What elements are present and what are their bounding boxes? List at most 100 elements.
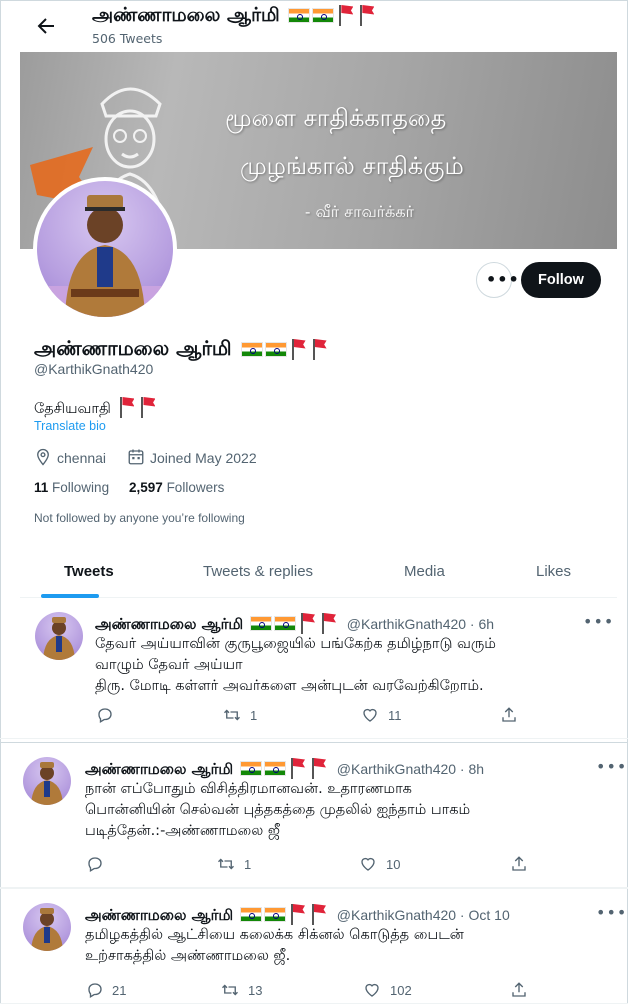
profile-bio: தேசியவாதி: [34, 396, 157, 419]
red-flag-icon: [289, 757, 307, 779]
retweet-icon: [224, 709, 240, 721]
red-flag-icon: [310, 903, 328, 925]
tweet-text-line: உற்சாகத்தில் அண்ணாமலை ஜீ.: [85, 948, 291, 964]
tweet-item[interactable]: அண்ணாமலை ஆர்மி @KarthikGnath420 · 6h •••…: [0, 598, 628, 739]
tweet-avatar[interactable]: [23, 757, 71, 805]
follow-button[interactable]: Follow: [521, 262, 601, 298]
translate-bio-link[interactable]: Translate bio: [34, 419, 106, 433]
tweet-text: நான் எப்போதும் விசித்திரமானவன். உதாரணமாக…: [85, 779, 470, 842]
india-flag-icon: [312, 8, 335, 23]
following-label: Following: [52, 480, 110, 495]
reply-icon: [88, 983, 102, 998]
tab-tweets[interactable]: Tweets: [64, 548, 114, 598]
heart-icon: [361, 857, 375, 871]
tweet-text-line: பொன்னியின் செல்வன் புத்தகத்தை முதலில் ஐந…: [85, 802, 471, 818]
india-flag-icon: [288, 8, 311, 23]
share-icon: [512, 982, 526, 997]
reply-button[interactable]: [96, 706, 122, 724]
tweet-avatar[interactable]: [35, 612, 83, 660]
like-button[interactable]: 11: [360, 706, 402, 724]
tab-media[interactable]: Media: [404, 548, 445, 598]
header-tweet-count: 506 Tweets: [92, 31, 163, 46]
red-flag-icon: [337, 4, 355, 26]
tweet-more-icon[interactable]: •••: [596, 903, 627, 922]
tweet-handle-time[interactable]: @KarthikGnath420 · 6h: [347, 616, 494, 632]
followers-link[interactable]: 2,597 Followers: [129, 480, 224, 495]
india-flag-icon: [239, 907, 262, 922]
followers-label: Followers: [166, 480, 225, 495]
profile-name-text: அண்ணாமலை ஆர்மி: [34, 336, 232, 360]
followers-count: 2,597: [129, 480, 163, 495]
tweet-more-icon[interactable]: •••: [596, 757, 627, 776]
tweet-more-icon[interactable]: •••: [583, 612, 614, 631]
profile-tabs: Tweets Tweets & replies Media Likes: [20, 548, 617, 598]
india-flag-icon: [264, 342, 287, 357]
avatar-person-graphic: [37, 195, 173, 317]
profile-bio-text: தேசியவாதி: [34, 401, 111, 417]
avatar-person-graphic: [43, 617, 75, 660]
banner-quote-line3: - வீர் சாவர்க்கர்: [305, 202, 414, 221]
red-flag-icon: [139, 396, 157, 418]
share-button[interactable]: [510, 981, 536, 999]
red-flag-icon: [310, 757, 328, 779]
like-count: 10: [386, 857, 401, 872]
share-icon: [502, 707, 516, 722]
tweet-text: தமிழகத்தில் ஆட்சியை கலைக்க சிக்னல் கொடுத…: [85, 925, 464, 967]
banner-quote-line2: முழங்கால் சாதிக்கும்: [240, 152, 464, 180]
profile-location-text: chennai: [57, 450, 107, 466]
reply-icon: [88, 857, 102, 872]
profile-location: chennai: [34, 448, 106, 466]
tweet-header: அண்ணாமலை ஆர்மி @KarthikGnath420 · 6h: [95, 612, 494, 635]
heart-icon: [363, 708, 377, 722]
reply-button[interactable]: [86, 855, 112, 873]
avatar-person-graphic: [31, 908, 63, 951]
red-flag-icon: [118, 396, 136, 418]
red-flag-icon: [289, 903, 307, 925]
tweet-author-name[interactable]: அண்ணாமலை ஆர்மி: [85, 906, 233, 924]
tweet-avatar[interactable]: [23, 903, 71, 951]
profile-joined: Joined May 2022: [127, 448, 257, 466]
retweet-button[interactable]: 1: [216, 855, 251, 873]
header-title-text: அண்ணாமலை ஆர்மி: [92, 4, 280, 26]
profile-avatar[interactable]: [33, 177, 177, 321]
retweet-icon: [218, 858, 234, 870]
share-button[interactable]: [500, 706, 526, 724]
like-button[interactable]: 10: [358, 855, 400, 873]
not-followed-note: Not followed by anyone you’re following: [34, 511, 245, 525]
retweet-icon: [222, 984, 238, 996]
tweet-text-line: படித்தேன்.:-அண்ணாமலை ஜீ: [85, 823, 281, 839]
back-arrow-icon[interactable]: [34, 14, 58, 38]
tweet-author-name[interactable]: அண்ணாமலை ஆர்மி: [85, 760, 233, 778]
tweet-author-name[interactable]: அண்ணாமலை ஆர்மி: [95, 615, 243, 633]
following-link[interactable]: 11 Following: [34, 480, 109, 495]
retweet-count: 13: [248, 983, 263, 998]
more-options-button[interactable]: •••: [476, 262, 519, 298]
following-count: 11: [34, 480, 49, 495]
retweet-button[interactable]: 1: [222, 706, 257, 724]
share-icon: [512, 856, 526, 871]
reply-icon: [98, 708, 112, 723]
tab-tweets-replies[interactable]: Tweets & replies: [203, 548, 313, 598]
tab-likes[interactable]: Likes: [536, 548, 571, 598]
retweet-button[interactable]: 13: [220, 981, 262, 999]
calendar-icon: [128, 449, 144, 465]
tweet-item[interactable]: அண்ணாமலை ஆர்மி @KarthikGnath420 · Oct 10…: [0, 888, 628, 1004]
tweet-item[interactable]: அண்ணாமலை ஆர்மி @KarthikGnath420 · 8h •••…: [0, 742, 628, 888]
heart-icon: [365, 983, 379, 997]
avatar-person-graphic: [31, 762, 63, 805]
tweet-handle-time[interactable]: @KarthikGnath420 · 8h: [337, 761, 484, 777]
india-flag-icon: [273, 616, 296, 631]
like-button[interactable]: 102: [362, 981, 412, 999]
red-flag-icon: [299, 612, 317, 634]
profile-joined-text: Joined May 2022: [150, 450, 257, 466]
location-pin-icon: [37, 448, 49, 466]
tweet-text-line: தமிழகத்தில் ஆட்சியை கலைக்க சிக்னல் கொடுத…: [85, 927, 464, 943]
tweet-handle-time[interactable]: @KarthikGnath420 · Oct 10: [337, 907, 510, 923]
tweet-header: அண்ணாமலை ஆர்மி @KarthikGnath420 · Oct 10: [85, 903, 510, 926]
share-button[interactable]: [510, 855, 536, 873]
reply-button[interactable]: 21: [86, 981, 126, 999]
retweet-count: 1: [244, 857, 252, 872]
tweet-text-line: நான் எப்போதும் விசித்திரமானவன். உதாரணமாக: [85, 781, 412, 797]
banner-quote-line1: மூளை சாதிக்காததை: [225, 104, 447, 132]
red-flag-icon: [320, 612, 338, 634]
